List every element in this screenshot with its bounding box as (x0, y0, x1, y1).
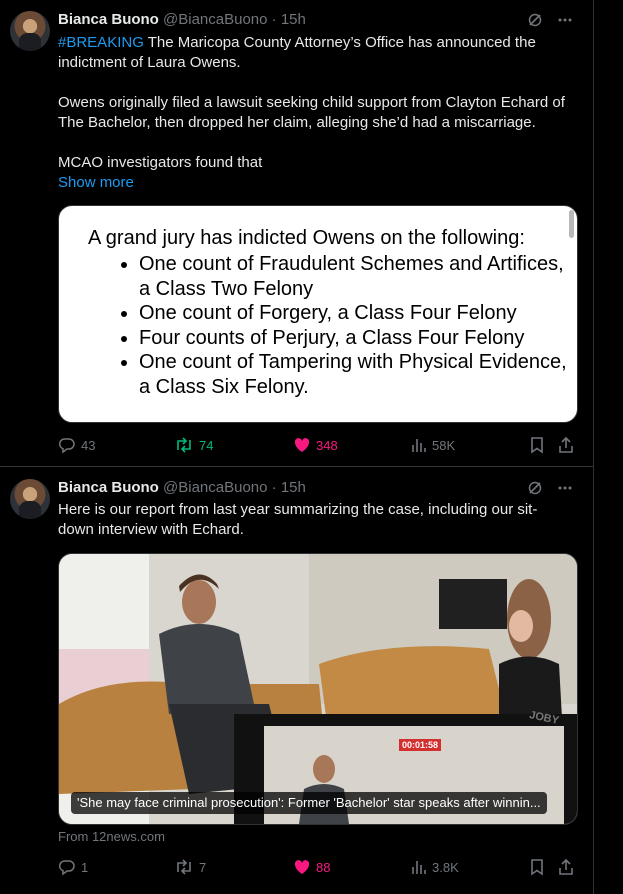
timeline: Bianca Buono @BiancaBuono · 15h #BREAKIN… (0, 0, 594, 894)
tweet[interactable]: Bianca Buono @BiancaBuono · 15h Here is … (0, 467, 593, 894)
views-icon (411, 858, 427, 876)
repost-icon (174, 858, 194, 876)
share-button[interactable] (557, 435, 575, 455)
share-icon (557, 858, 575, 876)
reply-count: 1 (81, 859, 89, 875)
tweet-text: #BREAKING The Maricopa County Attorney’s… (58, 33, 578, 193)
tweet[interactable]: Bianca Buono @BiancaBuono · 15h #BREAKIN… (0, 0, 593, 466)
video-thumbnail (59, 554, 577, 824)
timestamp[interactable]: 15h (281, 11, 306, 28)
header-actions (527, 478, 573, 498)
tweet-actions: 43 74 348 58K (58, 435, 578, 455)
tweet-header: Bianca Buono @BiancaBuono · 15h (58, 478, 306, 498)
image-bullet: One count of Forgery, a Class Four Felon… (139, 301, 577, 326)
views-count: 58K (432, 437, 456, 453)
hashtag-link[interactable]: #BREAKING (58, 34, 144, 51)
reply-icon (58, 858, 76, 876)
image-bullet: Four counts of Perjury, a Class Four Fel… (139, 326, 577, 351)
like-count: 348 (316, 437, 338, 453)
reply-count: 43 (81, 437, 96, 453)
more-icon[interactable] (557, 12, 573, 28)
like-button[interactable]: 88 (293, 857, 330, 877)
repost-button[interactable]: 7 (174, 857, 206, 877)
tweet-paragraph: Here is our report from last year summar… (58, 501, 538, 538)
tweet-actions: 1 7 88 3.8K (58, 857, 578, 877)
separator: · (271, 479, 277, 496)
video-card[interactable]: 00:01:58 JOBY 'She may face criminal pro… (58, 553, 578, 825)
bookmark-icon (529, 858, 545, 876)
like-icon (293, 858, 311, 876)
tweet-paragraph: Owens originally filed a lawsuit seeking… (58, 94, 565, 131)
like-count: 88 (316, 859, 331, 875)
tweet-paragraph: MCAO investigators found that (58, 154, 263, 171)
views-button[interactable]: 3.8K (411, 857, 459, 877)
timestamp[interactable]: 15h (281, 479, 306, 496)
repost-count: 7 (199, 859, 207, 875)
image-lead-text: A grand jury has indicted Owens on the f… (88, 227, 525, 249)
repost-button[interactable]: 74 (174, 435, 213, 455)
grok-icon[interactable] (527, 480, 543, 496)
avatar[interactable] (10, 11, 50, 51)
views-button[interactable]: 58K (411, 435, 455, 455)
avatar[interactable] (10, 479, 50, 519)
reply-button[interactable]: 43 (58, 435, 95, 455)
tweet-header: Bianca Buono @BiancaBuono · 15h (58, 10, 306, 30)
repost-icon (174, 436, 194, 454)
author-name[interactable]: Bianca Buono (58, 479, 159, 496)
reply-icon (58, 436, 76, 454)
author-handle[interactable]: @BiancaBuono (163, 11, 267, 28)
reply-button[interactable]: 1 (58, 857, 88, 877)
repost-count: 74 (199, 437, 214, 453)
grok-icon[interactable] (527, 12, 543, 28)
image-bullet-list: One count of Fraudulent Schemes and Arti… (89, 252, 577, 399)
bookmark-button[interactable] (529, 857, 545, 877)
tweet-text: Here is our report from last year summar… (58, 500, 558, 540)
like-button[interactable]: 348 (293, 435, 338, 455)
share-icon (557, 436, 575, 454)
show-more-link[interactable]: Show more (58, 173, 578, 193)
image-bullet: One count of Tampering with Physical Evi… (139, 350, 577, 399)
image-bullet: One count of Fraudulent Schemes and Arti… (139, 252, 577, 301)
share-button[interactable] (557, 857, 575, 877)
like-icon (293, 436, 311, 454)
video-caption: 'She may face criminal prosecution': For… (71, 792, 547, 814)
views-count: 3.8K (432, 859, 459, 875)
bookmark-icon (529, 436, 545, 454)
video-timer: 00:01:58 (401, 740, 439, 750)
image-scrollbar (569, 210, 574, 238)
header-actions (527, 10, 573, 30)
link-source[interactable]: From 12news.com (58, 829, 165, 844)
bookmark-button[interactable] (529, 435, 545, 455)
views-icon (411, 436, 427, 454)
tweet-image[interactable]: A grand jury has indicted Owens on the f… (58, 205, 578, 423)
more-icon[interactable] (557, 480, 573, 496)
author-name[interactable]: Bianca Buono (58, 11, 159, 28)
separator: · (271, 11, 277, 28)
author-handle[interactable]: @BiancaBuono (163, 479, 267, 496)
